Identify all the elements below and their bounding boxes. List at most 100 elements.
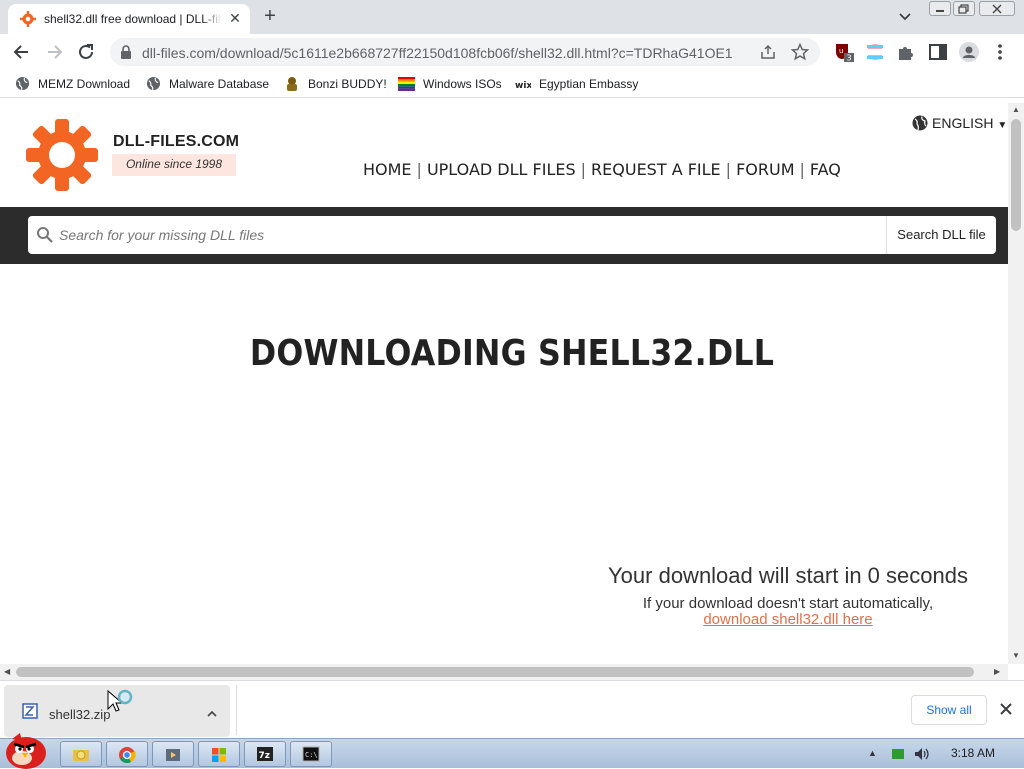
zip-file-icon bbox=[22, 703, 38, 719]
svg-text:C:\: C:\ bbox=[305, 751, 318, 759]
globe-icon bbox=[15, 77, 30, 91]
tab-active[interactable]: shell32.dll free download | DLL-files.co… bbox=[8, 4, 250, 34]
bonzi-icon bbox=[287, 77, 297, 91]
tray-expand-arrow-icon[interactable]: ▲ bbox=[868, 748, 877, 758]
tab-search-chevron-icon[interactable] bbox=[896, 9, 914, 25]
nav-home[interactable]: HOME bbox=[363, 160, 412, 179]
side-panel-icon[interactable] bbox=[927, 41, 949, 63]
taskbar-chrome-button[interactable] bbox=[106, 741, 148, 767]
vertical-scrollbar[interactable]: ▲ ▼ bbox=[1008, 103, 1024, 664]
scroll-up-arrow-icon[interactable]: ▲ bbox=[1012, 105, 1020, 114]
bookmark-item[interactable]: Windows ISOs bbox=[398, 76, 502, 94]
profile-avatar-icon[interactable] bbox=[958, 41, 980, 63]
angry-bird-start-icon[interactable] bbox=[2, 731, 50, 769]
url-text[interactable]: dll-files.com/download/5c1611e2b668727ff… bbox=[142, 45, 732, 61]
nav-upload-dll-files[interactable]: UPLOAD DLL FILES bbox=[427, 160, 576, 179]
tab-close-icon[interactable]: ✕ bbox=[227, 10, 243, 26]
taskbar-explorer-button[interactable] bbox=[60, 741, 102, 767]
busy-cursor-icon bbox=[107, 689, 133, 712]
dll-search-box[interactable] bbox=[28, 216, 886, 254]
horizontal-scroll-thumb[interactable] bbox=[16, 667, 974, 677]
show-all-button[interactable]: Show all bbox=[911, 695, 987, 725]
search-dll-button[interactable]: Search DLL file bbox=[886, 216, 996, 254]
lock-icon[interactable] bbox=[120, 45, 132, 59]
bookmark-item[interactable]: MEMZ Download bbox=[15, 76, 130, 94]
volume-icon[interactable] bbox=[913, 746, 931, 762]
fallback-text: If your download doesn't start automatic… bbox=[642, 595, 934, 612]
ublock-extension-icon[interactable]: u 3 bbox=[833, 41, 855, 63]
taskbar: 7z C:\ ▲ 3:18 AM bbox=[0, 733, 1024, 769]
chevron-up-icon[interactable] bbox=[205, 707, 219, 721]
horizontal-scrollbar[interactable]: ◀ ▶ bbox=[0, 664, 1008, 680]
tab-title: shell32.dll free download | DLL-files.co… bbox=[44, 12, 222, 26]
search-band: Search DLL file bbox=[0, 207, 1008, 264]
nav-separator: | bbox=[725, 160, 732, 179]
wix-icon: wix bbox=[515, 81, 531, 89]
scroll-right-arrow-icon[interactable]: ▶ bbox=[994, 667, 1000, 676]
bookmark-star-icon[interactable] bbox=[791, 43, 809, 61]
back-arrow-icon[interactable] bbox=[11, 41, 33, 63]
download-here-link[interactable]: download shell32.dll here bbox=[703, 611, 872, 628]
window-close-button[interactable] bbox=[979, 1, 1015, 16]
site-logo-gear-icon[interactable] bbox=[26, 119, 98, 191]
address-bar[interactable]: dll-files.com/download/5c1611e2b668727ff… bbox=[110, 38, 820, 66]
extensions-puzzle-icon[interactable] bbox=[895, 41, 917, 63]
download-shelf: shell32.zip Show all bbox=[0, 680, 1024, 738]
cmd-icon: C:\ bbox=[302, 746, 320, 762]
windows-icon bbox=[212, 748, 226, 762]
bookmark-item[interactable]: Bonzi BUDDY! bbox=[284, 76, 387, 94]
taskbar-cmd-button[interactable]: C:\ bbox=[290, 741, 332, 767]
site-brand[interactable]: DLL-FILES.COM bbox=[113, 133, 239, 151]
reload-icon[interactable] bbox=[75, 41, 97, 63]
search-icon bbox=[37, 227, 53, 243]
vertical-scroll-thumb[interactable] bbox=[1011, 119, 1021, 231]
nav-separator: | bbox=[799, 160, 805, 179]
svg-text:u: u bbox=[839, 47, 843, 55]
nav-separator: | bbox=[416, 160, 422, 179]
gear-favicon-icon bbox=[20, 11, 36, 27]
new-tab-button[interactable]: + bbox=[259, 6, 281, 28]
nav-forum[interactable]: FORUM bbox=[736, 160, 794, 179]
globe-icon bbox=[146, 77, 161, 91]
share-icon[interactable] bbox=[760, 44, 776, 60]
language-selector[interactable]: ENGLISH ▼ bbox=[912, 115, 1007, 131]
chrome-icon bbox=[119, 747, 136, 763]
minimize-button[interactable] bbox=[929, 1, 951, 16]
caret-down-icon: ▼ bbox=[997, 120, 1008, 131]
pride-extension-icon[interactable] bbox=[864, 41, 886, 63]
svg-text:wix: wix bbox=[515, 81, 531, 89]
bookmarks-bar: MEMZ Download Malware Database Bonzi BUD… bbox=[0, 70, 1024, 98]
taskbar-7zip-button[interactable]: 7z bbox=[244, 741, 286, 767]
download-filename: shell32.zip bbox=[49, 707, 111, 722]
main-nav: HOME | UPLOAD DLL FILES | REQUEST A FILE | FOR… bbox=[363, 160, 841, 179]
close-icon[interactable] bbox=[997, 700, 1015, 718]
nav-request-a-file[interactable]: REQUEST A FILE bbox=[591, 160, 721, 179]
taskbar-windows-button[interactable] bbox=[198, 741, 240, 767]
page-title: DOWNLOADING SHELL32.DLL bbox=[249, 333, 775, 374]
download-item[interactable]: shell32.zip bbox=[4, 685, 230, 737]
kebab-menu-icon[interactable] bbox=[992, 41, 1008, 63]
svg-text:7z: 7z bbox=[259, 751, 271, 761]
language-label: ENGLISH bbox=[932, 115, 994, 131]
restore-button[interactable] bbox=[953, 1, 975, 16]
taskbar-clock[interactable]: 3:18 AM bbox=[951, 746, 995, 760]
taskbar-media-button[interactable] bbox=[152, 741, 194, 767]
tab-strip: shell32.dll free download | DLL-files.co… bbox=[0, 0, 1024, 34]
rainbow-flag-icon bbox=[398, 76, 415, 91]
forward-arrow-icon[interactable] bbox=[43, 41, 65, 63]
7zip-icon: 7z bbox=[257, 747, 273, 761]
scroll-down-arrow-icon[interactable]: ▼ bbox=[1012, 651, 1020, 660]
bookmark-item[interactable]: wix Egyptian Embassy bbox=[515, 76, 638, 94]
nav-separator: | bbox=[580, 160, 587, 179]
page-viewport: DLL-FILES.COM Online since 1998 ENGLISH … bbox=[0, 103, 1008, 664]
network-tray-icon[interactable] bbox=[891, 747, 905, 761]
media-player-icon bbox=[166, 749, 180, 761]
explorer-icon bbox=[73, 750, 89, 761]
svg-text:3: 3 bbox=[847, 54, 852, 63]
dll-search-input[interactable] bbox=[59, 225, 859, 245]
download-fallback: If your download doesn't start automatic… bbox=[620, 596, 956, 628]
nav-faq[interactable]: FAQ bbox=[810, 160, 841, 179]
bookmark-item[interactable]: Malware Database bbox=[146, 76, 269, 94]
browser-toolbar: dll-files.com/download/5c1611e2b668727ff… bbox=[0, 34, 1024, 70]
scroll-left-arrow-icon[interactable]: ◀ bbox=[4, 667, 10, 676]
